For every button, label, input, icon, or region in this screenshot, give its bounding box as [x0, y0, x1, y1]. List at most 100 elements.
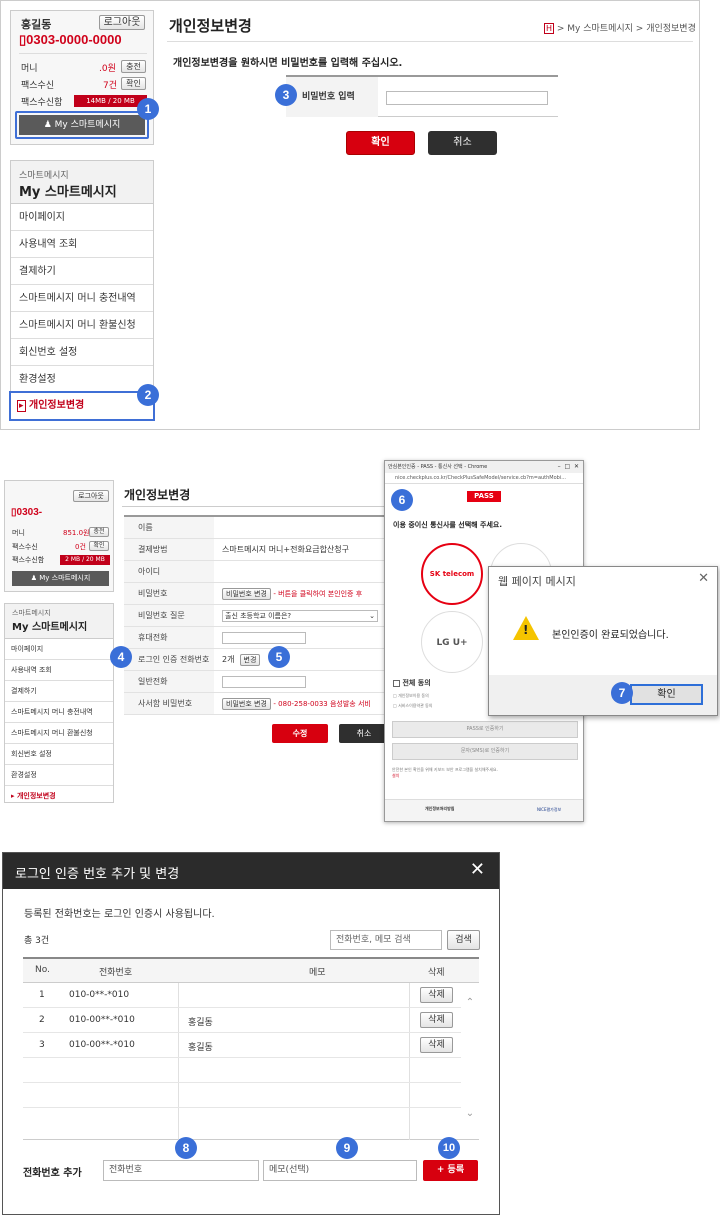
pass-auth-button[interactable]: PASS로 인증하기 — [392, 721, 578, 738]
sk-telecom-option[interactable]: SK telecom — [421, 543, 483, 605]
my-smartmessage-button-2[interactable]: ♟ My 스마트메시지 — [12, 571, 109, 586]
sidebar-item-refund[interactable]: 스마트메시지 머니 환불신청 — [11, 312, 153, 339]
install-link[interactable]: 설치 — [392, 773, 399, 779]
search-button[interactable]: 검색 — [447, 930, 480, 950]
privacy-link[interactable]: 개인정보처리방침 — [425, 806, 454, 812]
agree-item[interactable]: □ 서비스이용약관 동의 — [393, 703, 432, 709]
sidebar-item-charge-history[interactable]: 스마트메시지 머니 충전내역 — [11, 285, 153, 312]
phone-number-2: ▯0303- — [11, 507, 43, 518]
sidebar2-item-personal-info[interactable]: ▸ 개인정보변경 — [5, 786, 113, 807]
row-label: 로그인 인증 전화번호 — [124, 649, 214, 670]
fax-label-2: 팩스수신 — [12, 543, 38, 551]
header-delete: 삭제 — [428, 968, 445, 978]
row-value: 출신 초등학교 이름은? ⌄ — [222, 605, 378, 626]
modal-header: 로그인 인증 번호 추가 및 변경 ✕ — [3, 853, 499, 889]
logout-button-2[interactable]: 로그아웃 — [73, 490, 109, 502]
confirm-button[interactable]: 확인 — [346, 131, 415, 155]
delete-button[interactable]: 삭제 — [420, 987, 453, 1003]
dialog-confirm-button[interactable]: 확인 — [630, 684, 703, 705]
lgu-option[interactable]: LG U+ — [421, 611, 483, 673]
cancel-button[interactable]: 취소 — [428, 131, 497, 155]
table-scrollbar[interactable]: ⌃ ⌄ — [463, 983, 477, 1140]
register-button[interactable]: + 등록 — [423, 1160, 478, 1181]
row-label: 비밀번호 질문 — [124, 605, 214, 626]
url-bar[interactable]: nice.checkplus.co.kr/CheckPlusSafeModel/… — [385, 473, 583, 484]
row-id: 아이디 — [124, 561, 392, 583]
modal-close-icon[interactable]: ✕ — [470, 859, 485, 880]
change-password-button[interactable]: 비밀번호 변경 — [222, 587, 271, 600]
money-value-2: 851.0원 — [63, 529, 90, 537]
fax-count: 7건 — [103, 81, 118, 91]
marker-7: 7 — [611, 682, 633, 704]
charge-button-2[interactable]: 충전 — [89, 527, 109, 537]
memo-input[interactable]: 메모(선택) — [263, 1160, 417, 1181]
dialog-close-icon[interactable]: ✕ — [698, 571, 709, 586]
login-phone-count: 2개 — [222, 655, 235, 664]
phone-number: ▯0303-0000-0000 — [19, 32, 122, 47]
row-label: 휴대전화 — [124, 627, 214, 648]
sidebar-item-payment[interactable]: 결제하기 — [11, 258, 153, 285]
instruction-text: 개인정보변경을 원하시면 비밀번호를 입력해 주십시오. — [173, 58, 403, 69]
search-input[interactable]: 전화번호, 메모 검색 — [330, 930, 442, 950]
sidebar2-item-charge-history[interactable]: 스마트메시지 머니 충전내역 — [5, 702, 113, 723]
page-title-2: 개인정보변경 — [124, 488, 191, 502]
table-row — [23, 1058, 461, 1083]
phone-table: No. 전화번호 메모 삭제 1 010-0**-*010 삭제 2 010-0… — [23, 957, 479, 1140]
fax-confirm-button-2[interactable]: 확인 — [89, 541, 109, 551]
arrow-icon-2: ▸ — [11, 792, 15, 800]
fax-count-2: 0건 — [75, 543, 86, 551]
sidebar2-item-mypage[interactable]: 마이페이지 — [5, 639, 113, 660]
change-mailbox-password-button[interactable]: 비밀번호 변경 — [222, 697, 271, 710]
row-value — [222, 627, 306, 648]
panel-personal-info-form: 로그아웃 ▯0303- 머니 851.0원 충전 팩스수신 0건 확인 팩스수신… — [0, 478, 392, 813]
add-phone-label: 전화번호 추가 — [23, 1168, 82, 1179]
row-question: 비밀번호 질문 출신 초등학교 이름은? ⌄ — [124, 605, 392, 627]
window-controls[interactable]: – □ ✕ — [558, 461, 579, 473]
cancel-button-2[interactable]: 취소 — [339, 724, 389, 743]
marker-3: 3 — [275, 84, 297, 106]
sidebar-item-reply-number[interactable]: 회신번호 설정 — [11, 339, 153, 366]
delete-button[interactable]: 삭제 — [420, 1037, 453, 1053]
sidebar2-item-payment[interactable]: 결제하기 — [5, 681, 113, 702]
sidebar2-item-refund[interactable]: 스마트메시지 머니 환불신청 — [5, 723, 113, 744]
money-label: 머니 — [21, 64, 38, 74]
table-row: 3 010-00**-*010 홍길동 삭제 — [23, 1033, 461, 1058]
marker-1: 1 — [137, 98, 159, 120]
row-value — [222, 671, 306, 692]
faxbox-usage-2: 2 MB / 20 MB — [60, 555, 110, 565]
marker-8: 8 — [175, 1137, 197, 1159]
question-select[interactable]: 출신 초등학교 이름은? ⌄ — [222, 609, 378, 622]
modify-button[interactable]: 수정 — [272, 724, 328, 743]
fax-confirm-button[interactable]: 확인 — [121, 77, 146, 90]
sidebar-header: 스마트메시지 My 스마트메시지 — [11, 161, 153, 204]
sidebar2-item-usage[interactable]: 사용내역 조회 — [5, 660, 113, 681]
agree-all-checkbox[interactable]: 전체 동의 — [393, 678, 431, 688]
sidebar-item-settings[interactable]: 환경설정 — [11, 366, 153, 393]
sidebar-item-mypage[interactable]: 마이페이지 — [11, 204, 153, 231]
password-input[interactable] — [386, 91, 548, 105]
scroll-up-icon[interactable]: ⌃ — [463, 997, 477, 1008]
delete-button[interactable]: 삭제 — [420, 1012, 453, 1028]
scroll-down-icon[interactable]: ⌄ — [463, 1108, 477, 1119]
sidebar-item-usage[interactable]: 사용내역 조회 — [11, 231, 153, 258]
phone-number-input[interactable]: 전화번호 — [103, 1160, 259, 1181]
checkbox-icon: □ — [393, 703, 397, 708]
password-label: 비밀번호 입력 — [286, 77, 378, 117]
cell-phone: 010-00**-*010 — [69, 1040, 135, 1050]
logout-button[interactable]: 로그아웃 — [99, 15, 145, 30]
agree-item[interactable]: □ 개인정보이용 동의 — [393, 693, 429, 699]
landline-input[interactable] — [222, 675, 306, 688]
change-login-phone-button[interactable]: 변경 — [239, 653, 261, 666]
mobile-input[interactable] — [222, 631, 306, 644]
sms-auth-button[interactable]: 문자(SMS)로 인증하기 — [392, 743, 578, 760]
row-value: 2개 변경 — [222, 649, 261, 670]
my-smartmessage-button[interactable]: ♟ My 스마트메시지 — [19, 115, 145, 135]
sidebar-item-personal-info[interactable]: ▸ 개인정보변경 — [9, 391, 155, 421]
sidebar2-item-settings[interactable]: 환경설정 — [5, 765, 113, 786]
table-row — [23, 1083, 461, 1108]
sidebar2-item-reply-number[interactable]: 회신번호 설정 — [5, 744, 113, 765]
sidebar-sub: 스마트메시지 — [19, 171, 69, 181]
cell-no: 1 — [39, 990, 45, 1000]
charge-button[interactable]: 충전 — [121, 60, 146, 73]
faxbox-label-2: 팩스수신함 — [12, 556, 45, 564]
